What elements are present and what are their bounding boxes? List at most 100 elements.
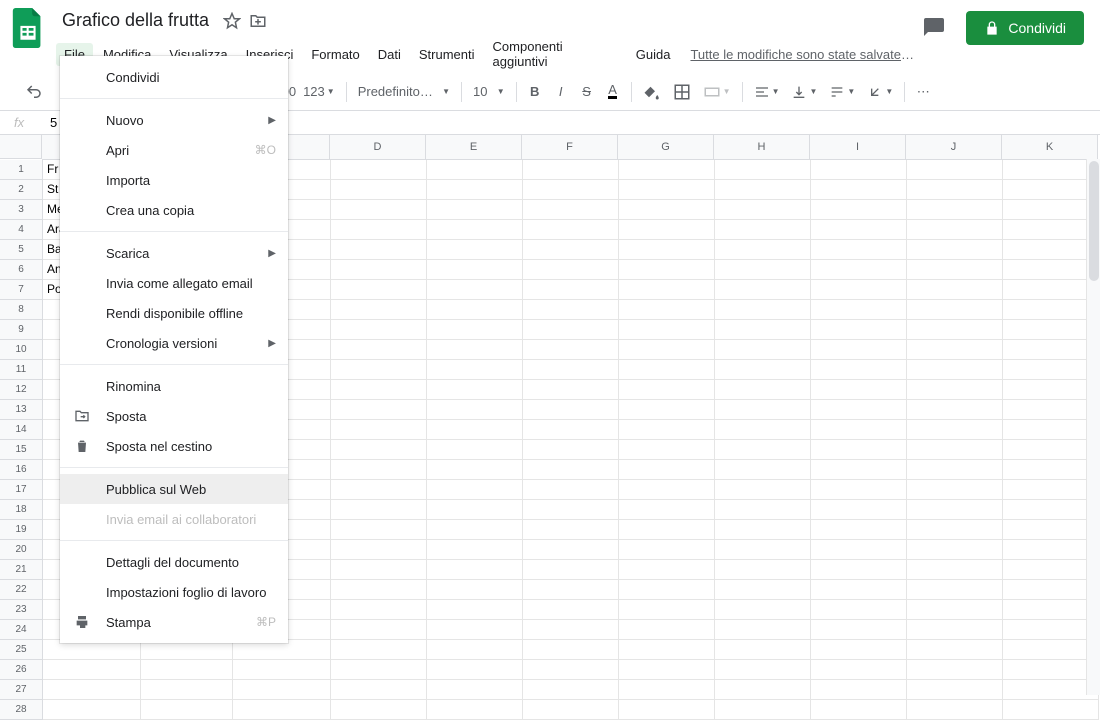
row-header-12[interactable]: 12 [0, 380, 42, 400]
cell-D20[interactable] [331, 540, 427, 560]
cell-J7[interactable] [907, 280, 1003, 300]
cell-E23[interactable] [427, 600, 523, 620]
cell-E26[interactable] [427, 660, 523, 680]
cell-E22[interactable] [427, 580, 523, 600]
col-header-K[interactable]: K [1002, 135, 1098, 159]
cell-K9[interactable] [1003, 320, 1099, 340]
cell-I1[interactable] [811, 160, 907, 180]
cell-H3[interactable] [715, 200, 811, 220]
cell-E4[interactable] [427, 220, 523, 240]
cell-J19[interactable] [907, 520, 1003, 540]
cell-D5[interactable] [331, 240, 427, 260]
cell-A25[interactable] [43, 640, 141, 660]
cell-D27[interactable] [331, 680, 427, 700]
cell-D10[interactable] [331, 340, 427, 360]
cell-K26[interactable] [1003, 660, 1099, 680]
cell-J24[interactable] [907, 620, 1003, 640]
cell-D21[interactable] [331, 560, 427, 580]
cell-E12[interactable] [427, 380, 523, 400]
cell-E21[interactable] [427, 560, 523, 580]
cell-F25[interactable] [523, 640, 619, 660]
cell-G14[interactable] [619, 420, 715, 440]
cell-I9[interactable] [811, 320, 907, 340]
cell-G21[interactable] [619, 560, 715, 580]
cell-D18[interactable] [331, 500, 427, 520]
more-button[interactable]: ⋯ [911, 79, 935, 105]
cell-F22[interactable] [523, 580, 619, 600]
cell-D23[interactable] [331, 600, 427, 620]
cell-I8[interactable] [811, 300, 907, 320]
cell-H9[interactable] [715, 320, 811, 340]
cell-K20[interactable] [1003, 540, 1099, 560]
cell-F21[interactable] [523, 560, 619, 580]
cell-F15[interactable] [523, 440, 619, 460]
cell-H12[interactable] [715, 380, 811, 400]
cell-J22[interactable] [907, 580, 1003, 600]
cell-I5[interactable] [811, 240, 907, 260]
cell-J23[interactable] [907, 600, 1003, 620]
cell-H17[interactable] [715, 480, 811, 500]
row-header-10[interactable]: 10 [0, 340, 42, 360]
cell-G1[interactable] [619, 160, 715, 180]
star-icon[interactable] [223, 12, 241, 30]
cell-G3[interactable] [619, 200, 715, 220]
cell-H15[interactable] [715, 440, 811, 460]
cell-C27[interactable] [233, 680, 331, 700]
cell-I20[interactable] [811, 540, 907, 560]
menu-guida[interactable]: Guida [628, 43, 679, 66]
file-menu-condividi[interactable]: Condividi [60, 62, 288, 92]
cell-K21[interactable] [1003, 560, 1099, 580]
cell-G8[interactable] [619, 300, 715, 320]
cell-D3[interactable] [331, 200, 427, 220]
cell-H11[interactable] [715, 360, 811, 380]
cell-K10[interactable] [1003, 340, 1099, 360]
cell-E16[interactable] [427, 460, 523, 480]
cell-J1[interactable] [907, 160, 1003, 180]
cell-F13[interactable] [523, 400, 619, 420]
cell-K3[interactable] [1003, 200, 1099, 220]
cell-E20[interactable] [427, 540, 523, 560]
bold-button[interactable]: B [523, 79, 547, 105]
format-123-button[interactable]: 123▼ [298, 79, 340, 105]
cell-H16[interactable] [715, 460, 811, 480]
cell-J5[interactable] [907, 240, 1003, 260]
cell-G22[interactable] [619, 580, 715, 600]
file-menu-pubblica-sul-web[interactable]: Pubblica sul Web [60, 474, 288, 504]
cell-D15[interactable] [331, 440, 427, 460]
cell-G15[interactable] [619, 440, 715, 460]
cell-F16[interactable] [523, 460, 619, 480]
cell-H27[interactable] [715, 680, 811, 700]
cell-H24[interactable] [715, 620, 811, 640]
cell-I16[interactable] [811, 460, 907, 480]
col-header-D[interactable]: D [330, 135, 426, 159]
cell-F23[interactable] [523, 600, 619, 620]
cell-J20[interactable] [907, 540, 1003, 560]
cell-J2[interactable] [907, 180, 1003, 200]
cell-H21[interactable] [715, 560, 811, 580]
cell-K13[interactable] [1003, 400, 1099, 420]
cell-F27[interactable] [523, 680, 619, 700]
file-menu-scarica[interactable]: Scarica▶ [60, 238, 288, 268]
cell-H14[interactable] [715, 420, 811, 440]
cell-G11[interactable] [619, 360, 715, 380]
comments-button[interactable] [914, 8, 954, 48]
cell-F14[interactable] [523, 420, 619, 440]
cell-H2[interactable] [715, 180, 811, 200]
cell-K19[interactable] [1003, 520, 1099, 540]
cell-I14[interactable] [811, 420, 907, 440]
cell-G18[interactable] [619, 500, 715, 520]
cell-D4[interactable] [331, 220, 427, 240]
cell-C28[interactable] [233, 700, 331, 720]
cell-I28[interactable] [811, 700, 907, 720]
cell-H7[interactable] [715, 280, 811, 300]
save-status[interactable]: Tutte le modifiche sono state salvate i… [690, 47, 914, 62]
file-menu-cronologia-versioni[interactable]: Cronologia versioni▶ [60, 328, 288, 358]
cell-J10[interactable] [907, 340, 1003, 360]
vertical-align-button[interactable]: ▼ [786, 79, 822, 105]
cell-F1[interactable] [523, 160, 619, 180]
cell-F9[interactable] [523, 320, 619, 340]
cell-K6[interactable] [1003, 260, 1099, 280]
row-header-13[interactable]: 13 [0, 400, 42, 420]
cell-E28[interactable] [427, 700, 523, 720]
cell-E9[interactable] [427, 320, 523, 340]
